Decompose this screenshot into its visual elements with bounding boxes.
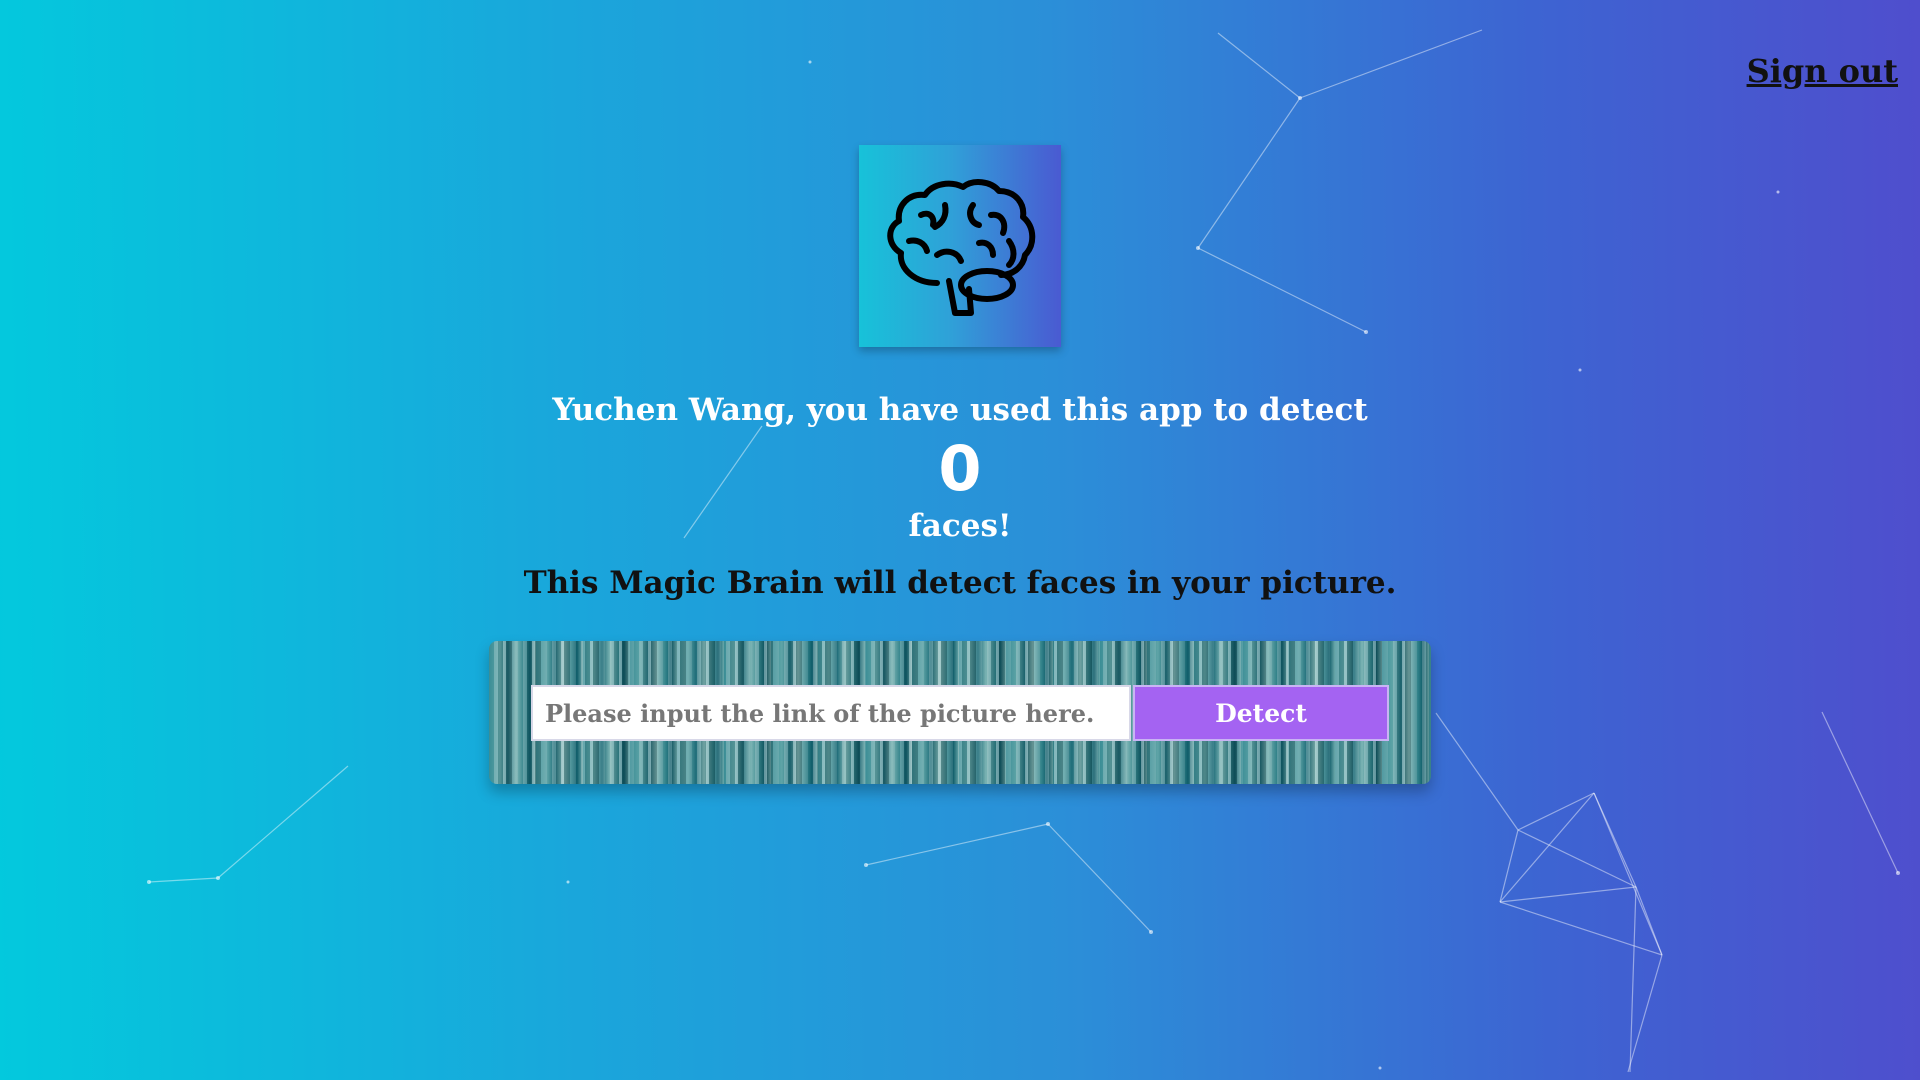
sign-out-link[interactable]: Sign out xyxy=(1747,52,1898,90)
face-count-summary: Yuchen Wang, you have used this app to d… xyxy=(0,386,1920,550)
rank-message: Yuchen Wang, you have used this app to d… xyxy=(552,392,1368,428)
image-link-form: Detect xyxy=(489,641,1431,784)
rank-suffix: faces! xyxy=(908,508,1012,544)
face-count: 0 xyxy=(938,432,982,505)
detect-button[interactable]: Detect xyxy=(1133,685,1389,741)
image-url-input[interactable] xyxy=(531,685,1131,741)
intro-text: This Magic Brain will detect faces in yo… xyxy=(523,565,1397,601)
logo xyxy=(859,145,1061,347)
brain-icon xyxy=(887,179,1036,316)
